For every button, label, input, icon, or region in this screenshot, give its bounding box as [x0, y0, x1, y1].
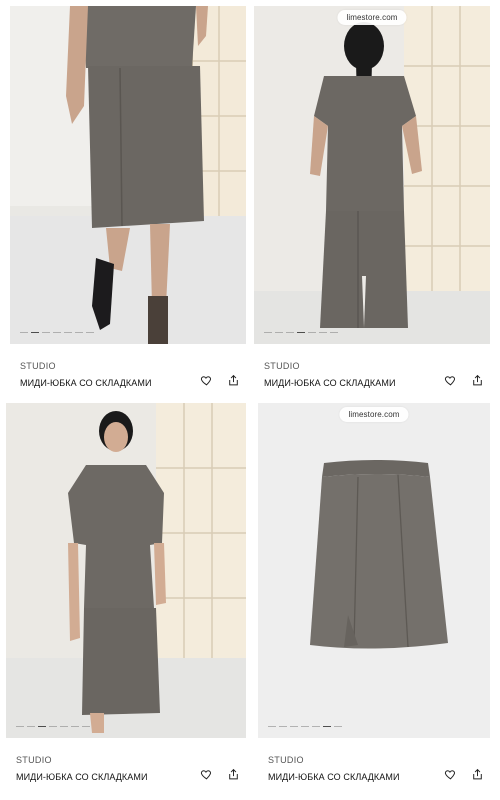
- image-pagination: [268, 725, 342, 727]
- share-button[interactable]: [227, 374, 240, 387]
- pagination-dot[interactable]: [20, 331, 28, 333]
- pagination-dot[interactable]: [286, 331, 294, 333]
- heart-icon: [444, 770, 455, 780]
- share-button[interactable]: [227, 768, 240, 781]
- pagination-dot[interactable]: [31, 331, 39, 333]
- pagination-dot[interactable]: [268, 725, 276, 727]
- pagination-dot[interactable]: [71, 725, 79, 727]
- pagination-dot[interactable]: [49, 725, 57, 727]
- watermark-pill: limestore.com: [337, 10, 407, 25]
- pagination-dot[interactable]: [264, 331, 272, 333]
- product-card[interactable]: limestore.com STUDIO МИДИ-ЮБКА СО СКЛАДК…: [258, 403, 490, 794]
- favorite-button[interactable]: [444, 768, 457, 781]
- pagination-dot[interactable]: [319, 331, 327, 333]
- share-icon: [229, 768, 238, 780]
- favorite-button[interactable]: [444, 374, 457, 387]
- pagination-dot[interactable]: [42, 331, 50, 333]
- image-pagination: [20, 331, 94, 333]
- pagination-dot[interactable]: [38, 725, 46, 727]
- heart-icon: [444, 376, 455, 386]
- model-photo-skirt-front: [10, 6, 246, 344]
- pagination-dot[interactable]: [308, 331, 316, 333]
- flat-lay-skirt-photo: [258, 403, 490, 738]
- image-pagination: [16, 725, 90, 727]
- pagination-dot[interactable]: [301, 725, 309, 727]
- favorite-button[interactable]: [200, 768, 213, 781]
- share-icon: [229, 374, 238, 386]
- product-title[interactable]: МИДИ-ЮБКА СО СКЛАДКАМИ: [264, 378, 396, 388]
- product-card[interactable]: limestore.com STUDIO МИДИ-ЮБКА СО СКЛАДК…: [254, 6, 490, 400]
- brand-label: STUDIO: [268, 755, 304, 765]
- pagination-dot[interactable]: [330, 331, 338, 333]
- share-icon: [473, 374, 482, 386]
- heart-icon: [200, 770, 211, 780]
- model-photo-back-view: [254, 6, 490, 344]
- product-image[interactable]: [10, 6, 246, 344]
- pagination-dot[interactable]: [75, 331, 83, 333]
- image-pagination: [264, 331, 338, 333]
- pagination-dot[interactable]: [53, 331, 61, 333]
- heart-icon: [200, 376, 211, 386]
- pagination-dot[interactable]: [86, 331, 94, 333]
- favorite-button[interactable]: [200, 374, 213, 387]
- share-icon: [473, 768, 482, 780]
- pagination-dot[interactable]: [290, 725, 298, 727]
- pagination-dot[interactable]: [279, 725, 287, 727]
- product-image[interactable]: limestore.com: [254, 6, 490, 344]
- product-card[interactable]: STUDIO МИДИ-ЮБКА СО СКЛАДКАМИ: [6, 403, 246, 794]
- pagination-dot[interactable]: [334, 725, 342, 727]
- pagination-dot[interactable]: [60, 725, 68, 727]
- product-title[interactable]: МИДИ-ЮБКА СО СКЛАДКАМИ: [16, 772, 148, 782]
- pagination-dot[interactable]: [312, 725, 320, 727]
- pagination-dot[interactable]: [27, 725, 35, 727]
- product-image[interactable]: [6, 403, 246, 738]
- brand-label: STUDIO: [264, 361, 300, 371]
- watermark-pill: limestore.com: [339, 407, 409, 422]
- model-photo-front-full: [6, 403, 246, 738]
- product-image[interactable]: limestore.com: [258, 403, 490, 738]
- pagination-dot[interactable]: [16, 725, 24, 727]
- pagination-dot[interactable]: [82, 725, 90, 727]
- pagination-dot[interactable]: [275, 331, 283, 333]
- product-title[interactable]: МИДИ-ЮБКА СО СКЛАДКАМИ: [20, 378, 152, 388]
- brand-label: STUDIO: [16, 755, 52, 765]
- product-card[interactable]: STUDIO МИДИ-ЮБКА СО СКЛАДКАМИ: [10, 6, 246, 400]
- share-button[interactable]: [471, 374, 484, 387]
- pagination-dot[interactable]: [297, 331, 305, 333]
- brand-label: STUDIO: [20, 361, 56, 371]
- pagination-dot[interactable]: [64, 331, 72, 333]
- product-title[interactable]: МИДИ-ЮБКА СО СКЛАДКАМИ: [268, 772, 400, 782]
- pagination-dot[interactable]: [323, 725, 331, 727]
- share-button[interactable]: [471, 768, 484, 781]
